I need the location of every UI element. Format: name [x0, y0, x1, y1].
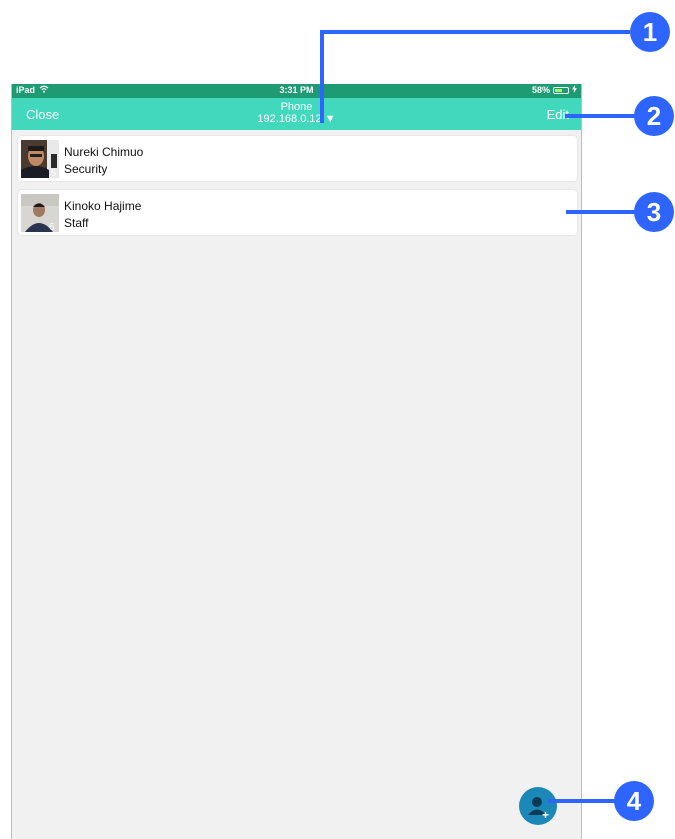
callout-2: 2 — [634, 96, 674, 136]
callout-4: 4 — [614, 781, 654, 821]
callout-3: 3 — [634, 192, 674, 232]
callout-1-line — [320, 30, 630, 123]
screenshot-stage: iPad 3:31 PM 58% Close Phone 192.168.0.1… — [0, 0, 675, 839]
callout-1: 1 — [630, 12, 670, 52]
callout-leader-lines — [320, 30, 637, 803]
